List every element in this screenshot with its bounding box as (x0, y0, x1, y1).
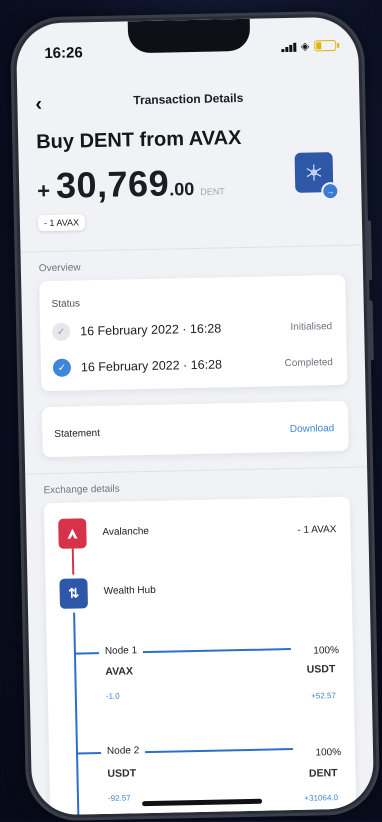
exchange-label: Exchange details (43, 484, 119, 497)
node-to-value: +52.57 (311, 691, 336, 701)
step-state: Completed (284, 357, 333, 369)
amount-whole: 30,769 (56, 162, 170, 206)
avalanche-icon (58, 518, 87, 549)
step-state: Initialised (290, 321, 332, 333)
side-button (367, 220, 372, 280)
node-to-symbol: DENT (309, 767, 338, 780)
app-screen: 16:26 ◈ ‹ Transaction Details Buy DENT f… (16, 17, 375, 816)
statement-label: Statement (54, 428, 100, 440)
node-percent: 100% (315, 747, 341, 759)
swap-badge-icon: → (321, 182, 339, 200)
connector-line (72, 549, 75, 575)
source-name: Avalanche (102, 526, 149, 538)
node-from-value: -92.57 (108, 793, 131, 802)
exchange-card: Avalanche - 1 AVAX ⇅ Wealth Hub Node 1 1… (44, 497, 357, 816)
divider (25, 466, 367, 474)
transaction-amount: + 30,769 .00 DENT (37, 161, 225, 207)
status-step: ✓ 16 February 2022 · 16:28 Initialised (52, 315, 332, 343)
status-heading: Status (52, 298, 81, 310)
swap-icon: ⇅ (59, 578, 88, 609)
node-label: Node 1 (105, 645, 137, 657)
phone-frame: 16:26 ◈ ‹ Transaction Details Buy DENT f… (10, 10, 381, 821)
branch-line (77, 752, 101, 755)
branch-line (75, 652, 99, 655)
node-from-symbol: USDT (107, 767, 136, 780)
hub-name: Wealth Hub (104, 585, 156, 597)
node-label: Node 2 (107, 745, 139, 757)
snowflake-icon (305, 163, 323, 181)
node-to-symbol: USDT (307, 663, 336, 676)
notch (128, 19, 251, 54)
side-button (369, 300, 374, 360)
divider (21, 244, 363, 252)
statement-card: Statement Download (42, 401, 349, 457)
signal-icon (281, 41, 296, 51)
source-amount: - 1 AVAX (297, 524, 336, 536)
node-percent: 100% (313, 645, 339, 657)
overview-label: Overview (39, 262, 81, 274)
step-date: 16 February 2022 · 16:28 (81, 356, 285, 374)
battery-icon (314, 40, 336, 51)
status-time: 16:26 (44, 44, 83, 62)
nav-bar: ‹ Transaction Details (17, 86, 359, 117)
check-icon: ✓ (53, 359, 71, 377)
node-from-symbol: AVAX (105, 665, 133, 678)
branch-line (145, 748, 293, 753)
check-icon: ✓ (52, 323, 70, 341)
status-icons: ◈ (281, 39, 337, 53)
spent-badge: - 1 AVAX (38, 214, 86, 231)
amount-decimal: .00 (169, 179, 194, 201)
amount-currency: DENT (200, 186, 225, 197)
download-link[interactable]: Download (290, 423, 335, 435)
status-card: Status ✓ 16 February 2022 · 16:28 Initia… (39, 275, 347, 391)
status-step: ✓ 16 February 2022 · 16:28 Completed (53, 351, 333, 379)
step-date: 16 February 2022 · 16:28 (80, 320, 291, 338)
wifi-icon: ◈ (301, 40, 310, 53)
connector-line (73, 613, 80, 816)
page-title: Transaction Details (17, 88, 359, 109)
branch-line (143, 648, 291, 653)
amount-sign: + (37, 178, 50, 204)
transaction-title: Buy DENT from AVAX (36, 127, 242, 154)
node-to-value: +31064.0 (304, 793, 338, 803)
node-from-value: -1.0 (106, 692, 120, 701)
